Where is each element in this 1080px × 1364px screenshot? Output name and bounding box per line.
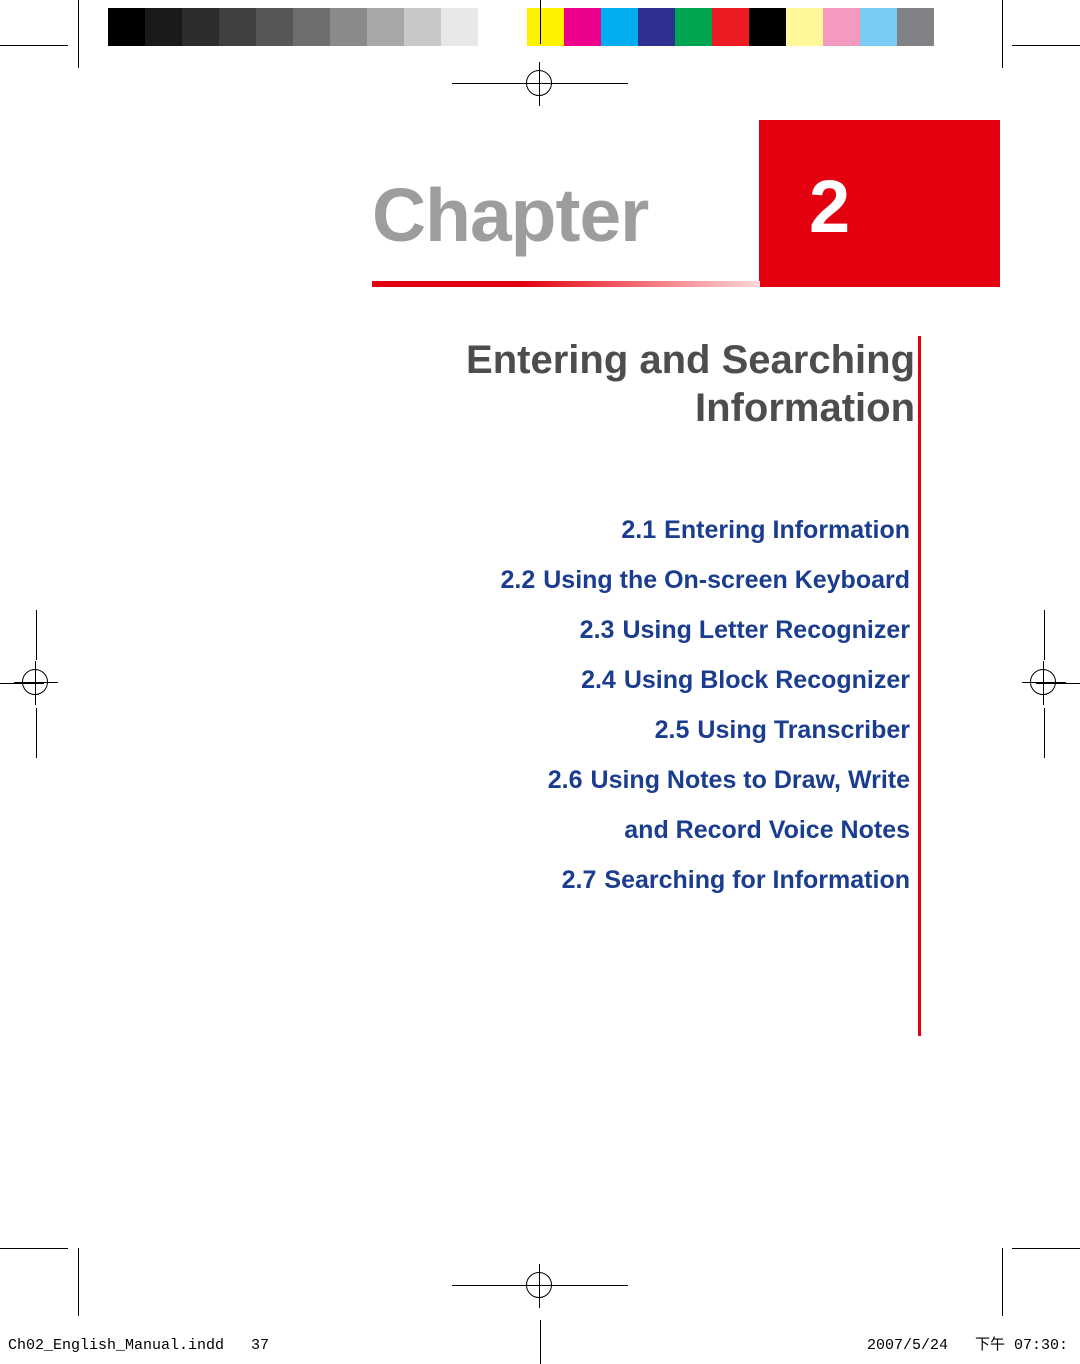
calibration-swatch-color-2 [601, 8, 638, 46]
calibration-swatch-gray-1 [145, 8, 182, 46]
crop-mark-bottom-left-h [0, 1248, 68, 1249]
registration-circle-icon [1030, 669, 1056, 695]
registration-circle-icon [526, 70, 552, 96]
chapter-word: Chapter [372, 173, 649, 257]
crop-mark-top-left-h [0, 45, 68, 46]
center-tick-bottom-h [452, 1285, 518, 1286]
chapter-underline-rule [372, 281, 760, 287]
toc-entry-number: 2.2 [500, 566, 536, 594]
calibration-swatch-gray-5 [293, 8, 330, 46]
toc-entry-number: 2.3 [579, 616, 615, 644]
calibration-swatch-color-8 [823, 8, 860, 46]
center-tick-left [0, 683, 44, 684]
footer-timestamp: 2007/5/24 下午 07:30: [866, 1337, 1068, 1354]
calibration-swatch-gray-10 [478, 8, 515, 46]
toc-entry[interactable]: 2.3 Using Letter Recognizer [300, 605, 910, 655]
calibration-swatch-color-5 [712, 8, 749, 46]
toc-entry[interactable]: 2.5 Using Transcriber [300, 705, 910, 755]
toc-entry-label: Using Transcriber [697, 716, 910, 744]
center-tick-bottom-h2 [562, 1285, 628, 1286]
crop-mark-top-left-v [78, 0, 79, 68]
calibration-swatch-gray-6 [330, 8, 367, 46]
page-title-line1: Entering and Searching [466, 338, 915, 382]
toc-entry-label: Entering Information [664, 516, 910, 544]
toc-entry[interactable]: 2.4 Using Block Recognizer [300, 655, 910, 705]
calibration-swatch-gray-2 [182, 8, 219, 46]
center-tick-right [1036, 683, 1080, 684]
calibration-swatch-gray-3 [219, 8, 256, 46]
calibration-swatch-color-6 [749, 8, 786, 46]
vertical-accent-rule [918, 336, 921, 1036]
crop-mark-bottom-left-v [78, 1248, 79, 1316]
center-tick-top-h [452, 83, 518, 84]
toc-entry-label: Using Block Recognizer [623, 666, 910, 694]
toc-entry-number: 2.1 [621, 516, 657, 544]
toc-entry-label: Using Letter Recognizer [622, 616, 910, 644]
calibration-swatch-gray-4 [256, 8, 293, 46]
registration-circle-icon [526, 1272, 552, 1298]
crop-mark-top-right-v [1002, 0, 1003, 68]
calibration-swatch-gray-0 [108, 8, 145, 46]
color-bar [527, 8, 934, 46]
toc-entry[interactable]: 2.6 Using Notes to Draw, Write [300, 755, 910, 805]
calibration-swatch-color-3 [638, 8, 675, 46]
footer-filename: Ch02_English_Manual.indd 37 [8, 1337, 270, 1354]
page-title: Entering and Searching Information [330, 336, 915, 432]
center-tick-right-v [1044, 610, 1045, 660]
crop-mark-bottom-right-v [1002, 1248, 1003, 1316]
toc-entry[interactable]: 2.2 Using the On-screen Keyboard [300, 555, 910, 605]
registration-mark-top [518, 62, 562, 106]
calibration-gap [515, 8, 527, 46]
toc-entry[interactable]: 2.7 Searching for Information [300, 855, 910, 905]
registration-circle-icon [22, 669, 48, 695]
center-tick-left-v2 [36, 708, 37, 758]
calibration-swatch-color-7 [786, 8, 823, 46]
toc-entry-number: 2.7 [561, 866, 597, 894]
chapter-heading-block: Chapter 2 [372, 120, 1000, 287]
chapter-toc: 2.1 Entering Information 2.2 Using the On-s… [300, 505, 910, 905]
calibration-swatch-gray-9 [441, 8, 478, 46]
toc-entry-number: 2.5 [654, 716, 690, 744]
chapter-number-box: 2 [759, 120, 1000, 287]
calibration-swatch-gray-8 [404, 8, 441, 46]
calibration-swatch-color-4 [675, 8, 712, 46]
center-tick-top-h2 [562, 83, 628, 84]
crop-mark-bottom-right-h [1012, 1248, 1080, 1249]
calibration-swatch-gray-7 [367, 8, 404, 46]
printer-calibration-bars [108, 8, 934, 46]
registration-mark-bottom [518, 1264, 562, 1308]
crop-mark-top-right-h [1012, 45, 1080, 46]
toc-entry[interactable]: 2.1 Entering Information [300, 505, 910, 555]
calibration-swatch-color-0 [527, 8, 564, 46]
toc-entry[interactable]: and Record Voice Notes [300, 805, 910, 855]
toc-entry-label: and Record Voice Notes [624, 816, 910, 844]
center-tick-top [540, 0, 541, 44]
calibration-swatch-color-9 [860, 8, 897, 46]
center-tick-right-v2 [1044, 708, 1045, 758]
calibration-swatch-color-1 [564, 8, 601, 46]
toc-entry-number: 2.6 [547, 766, 583, 794]
toc-entry-label: Using the On-screen Keyboard [543, 566, 910, 594]
toc-entry-label: Searching for Information [604, 866, 910, 894]
grayscale-bar [108, 8, 515, 46]
toc-entry-label: Using Notes to Draw, Write [590, 766, 910, 794]
chapter-number: 2 [809, 165, 851, 248]
toc-entry-number: 2.4 [581, 666, 616, 694]
calibration-swatch-color-10 [897, 8, 934, 46]
page-title-line2: Information [695, 386, 915, 430]
center-tick-left-v [36, 610, 37, 660]
center-tick-bottom [540, 1320, 541, 1364]
